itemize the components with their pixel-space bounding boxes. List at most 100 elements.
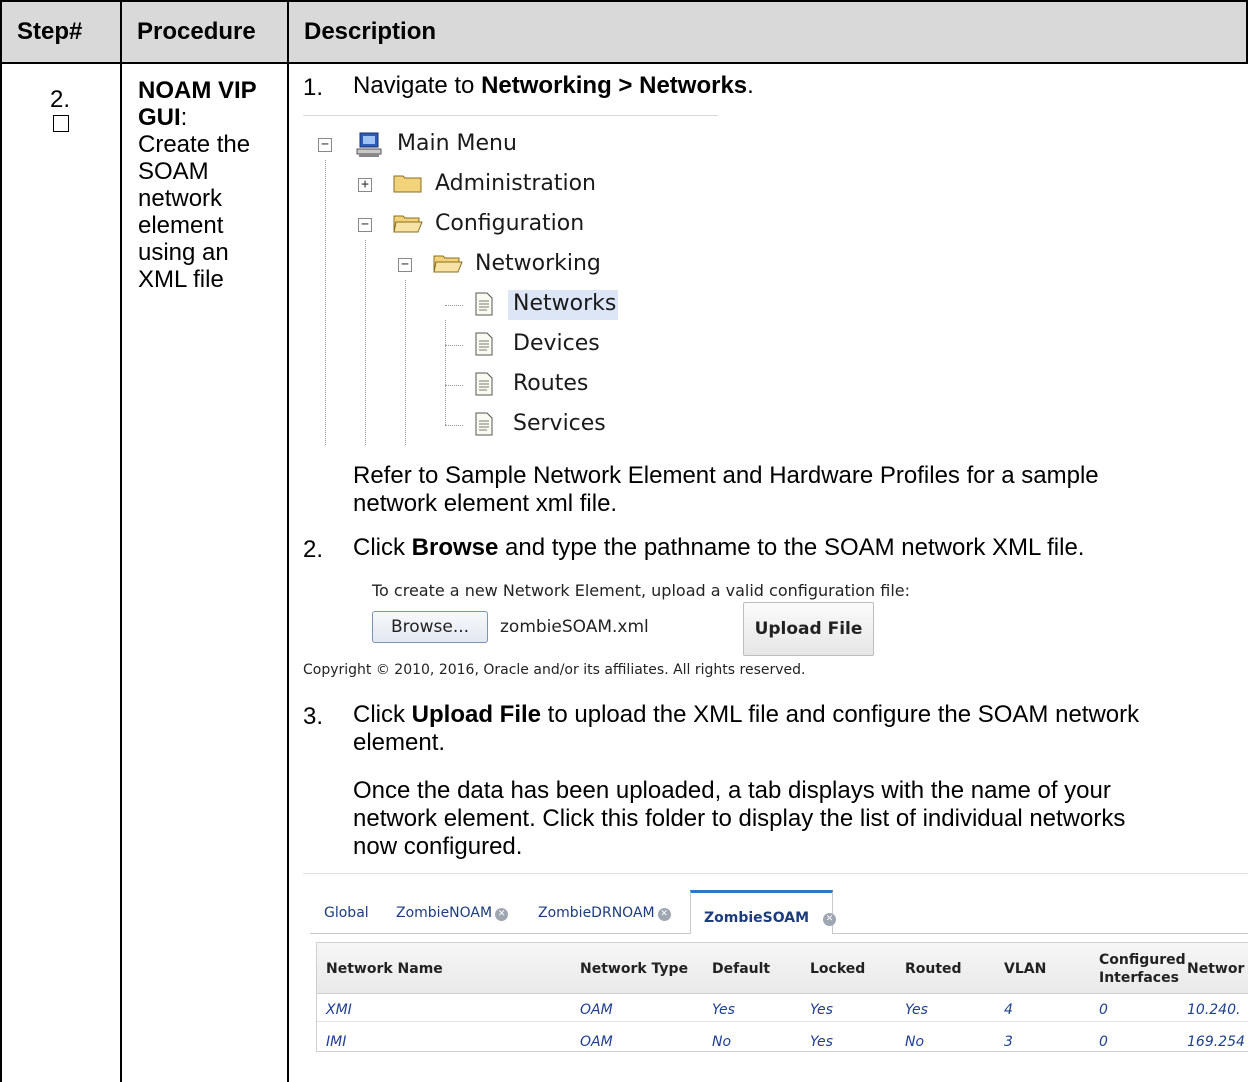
once-text-line3: now configured. xyxy=(353,833,523,860)
cell-locked: Yes xyxy=(810,1034,833,1050)
table-row[interactable] xyxy=(317,994,1248,1022)
step2-bold: Browse xyxy=(411,534,499,561)
step1-pre: Navigate to xyxy=(353,72,482,99)
tab-label: ZombieSOAM xyxy=(704,910,810,926)
once-text-line1: Once the data has been uploaded, a tab d… xyxy=(353,777,1111,804)
document-icon xyxy=(475,292,493,316)
cell-vlan: 3 xyxy=(1004,1034,1013,1050)
tab-global[interactable]: Global xyxy=(324,905,369,921)
network-table-header xyxy=(317,943,1248,994)
tab-label: ZombieNOAM xyxy=(396,905,493,921)
checkbox-icon[interactable] xyxy=(53,115,69,132)
col-locked[interactable]: Locked xyxy=(810,961,865,977)
collapse-toggle-icon[interactable]: − xyxy=(318,138,332,152)
step1-text: Navigate to Networking > Networks. xyxy=(353,72,754,100)
step1-post: . xyxy=(747,72,754,99)
procedure-line: GUI xyxy=(138,104,181,131)
header-procedure: Procedure xyxy=(137,18,256,45)
col-divider-2 xyxy=(287,0,289,1082)
col-network-name[interactable]: Network Name xyxy=(326,961,443,977)
refer-text-line1: Refer to Sample Network Element and Hard… xyxy=(353,462,1099,489)
document-icon xyxy=(475,372,493,396)
step3-text: Click Upload File to upload the XML file… xyxy=(353,701,1139,729)
tab-close-icon[interactable]: ✕ xyxy=(823,913,837,926)
procedure-line: SOAM xyxy=(138,158,209,185)
procedure-line: network xyxy=(138,185,223,212)
step2-number: 2. xyxy=(303,536,324,563)
tab-close-icon[interactable]: ✕ xyxy=(657,908,671,921)
col-network-type[interactable]: Network Type xyxy=(580,961,688,977)
tree-guide xyxy=(445,305,463,306)
step2-text: Click Browse and type the pathname to th… xyxy=(353,534,1084,562)
cell-configured-interfaces: 0 xyxy=(1099,1002,1108,1018)
col-interfaces[interactable]: Interfaces xyxy=(1099,970,1179,986)
cell-network-type: OAM xyxy=(580,1034,613,1050)
tree-guide xyxy=(405,280,406,445)
procedure-text: NOAM VIP GUI: Create the SOAM network el… xyxy=(138,77,278,293)
cell-default: Yes xyxy=(712,1002,735,1018)
expand-toggle-icon[interactable]: + xyxy=(358,178,372,192)
procedure-line: element xyxy=(138,212,224,239)
document-icon xyxy=(475,332,493,356)
tab-zombiedrnoam[interactable]: ZombieDRNOAM ✕ xyxy=(538,905,671,921)
step3-pre: Click xyxy=(353,701,412,728)
cell-network-type: OAM xyxy=(580,1002,613,1018)
cell-routed: Yes xyxy=(905,1002,928,1018)
tree-item-main-menu[interactable]: Main Menu xyxy=(397,131,517,156)
tab-label: Global xyxy=(324,905,369,921)
browse-button[interactable]: Browse... xyxy=(372,611,488,643)
tree-item-routes[interactable]: Routes xyxy=(513,371,588,396)
tree-guide xyxy=(325,160,326,445)
folder-icon xyxy=(393,175,422,193)
tab-zombienoam[interactable]: ZombieNOAM ✕ xyxy=(396,905,509,921)
collapse-toggle-icon[interactable]: − xyxy=(358,218,372,232)
tree-item-services[interactable]: Services xyxy=(513,411,606,436)
header-step: Step# xyxy=(17,18,83,45)
col-network[interactable]: Networ xyxy=(1187,961,1244,977)
cell-locked: Yes xyxy=(810,1002,833,1018)
cell-network-name[interactable]: XMI xyxy=(326,1002,352,1018)
step-number: 2. xyxy=(50,86,71,113)
open-folder-icon xyxy=(393,215,423,233)
upload-file-button[interactable]: Upload File xyxy=(743,602,874,656)
tab-label: ZombieDRNOAM xyxy=(538,905,655,921)
step3-post: to upload the XML file and configure the… xyxy=(541,701,1140,728)
procedure-line: NOAM VIP xyxy=(138,77,257,104)
document-icon xyxy=(475,412,493,436)
refer-text-line2: network element xml file. xyxy=(353,490,618,517)
col-configured[interactable]: Configured xyxy=(1099,952,1186,968)
upload-caption: To create a new Network Element, upload … xyxy=(372,581,911,600)
tree-guide xyxy=(445,425,463,426)
tree-guide xyxy=(365,240,366,445)
table-left-border xyxy=(0,62,2,1082)
tree-guide xyxy=(445,320,446,425)
step2-pre: Click xyxy=(353,534,412,561)
computer-icon xyxy=(356,132,382,157)
step3-bold: Upload File xyxy=(411,701,542,728)
step1-number: 1. xyxy=(303,74,324,101)
once-text-line2: network element. Click this folder to di… xyxy=(353,805,1126,832)
step1-bold: Networking > Networks xyxy=(481,72,748,99)
tree-item-configuration[interactable]: Configuration xyxy=(435,211,584,236)
cell-network-name[interactable]: IMI xyxy=(326,1034,346,1050)
tab-zombiesoam[interactable]: ZombieSOAM ✕ xyxy=(704,910,837,926)
copyright-text: Copyright © 2010, 2016, Oracle and/or it… xyxy=(303,662,806,678)
open-folder-icon xyxy=(433,255,463,273)
col-default[interactable]: Default xyxy=(712,961,770,977)
tree-item-devices[interactable]: Devices xyxy=(513,331,600,356)
cell-routed: No xyxy=(905,1034,925,1050)
tree-guide xyxy=(445,385,463,386)
procedure-line: using an xyxy=(138,239,229,266)
tree-guide xyxy=(445,345,463,346)
tab-close-icon[interactable]: ✕ xyxy=(495,908,509,921)
col-vlan[interactable]: VLAN xyxy=(1004,961,1046,977)
tree-item-networking[interactable]: Networking xyxy=(475,251,601,276)
tree-item-networks[interactable]: Networks xyxy=(513,291,616,316)
collapse-toggle-icon[interactable]: − xyxy=(398,258,412,272)
col-routed[interactable]: Routed xyxy=(905,961,962,977)
step3-text-line2: element. xyxy=(353,729,446,756)
table-row[interactable] xyxy=(317,1024,1248,1052)
col-divider-1 xyxy=(120,0,122,1082)
tree-item-administration[interactable]: Administration xyxy=(435,171,596,196)
table-top-border xyxy=(0,0,1248,2)
